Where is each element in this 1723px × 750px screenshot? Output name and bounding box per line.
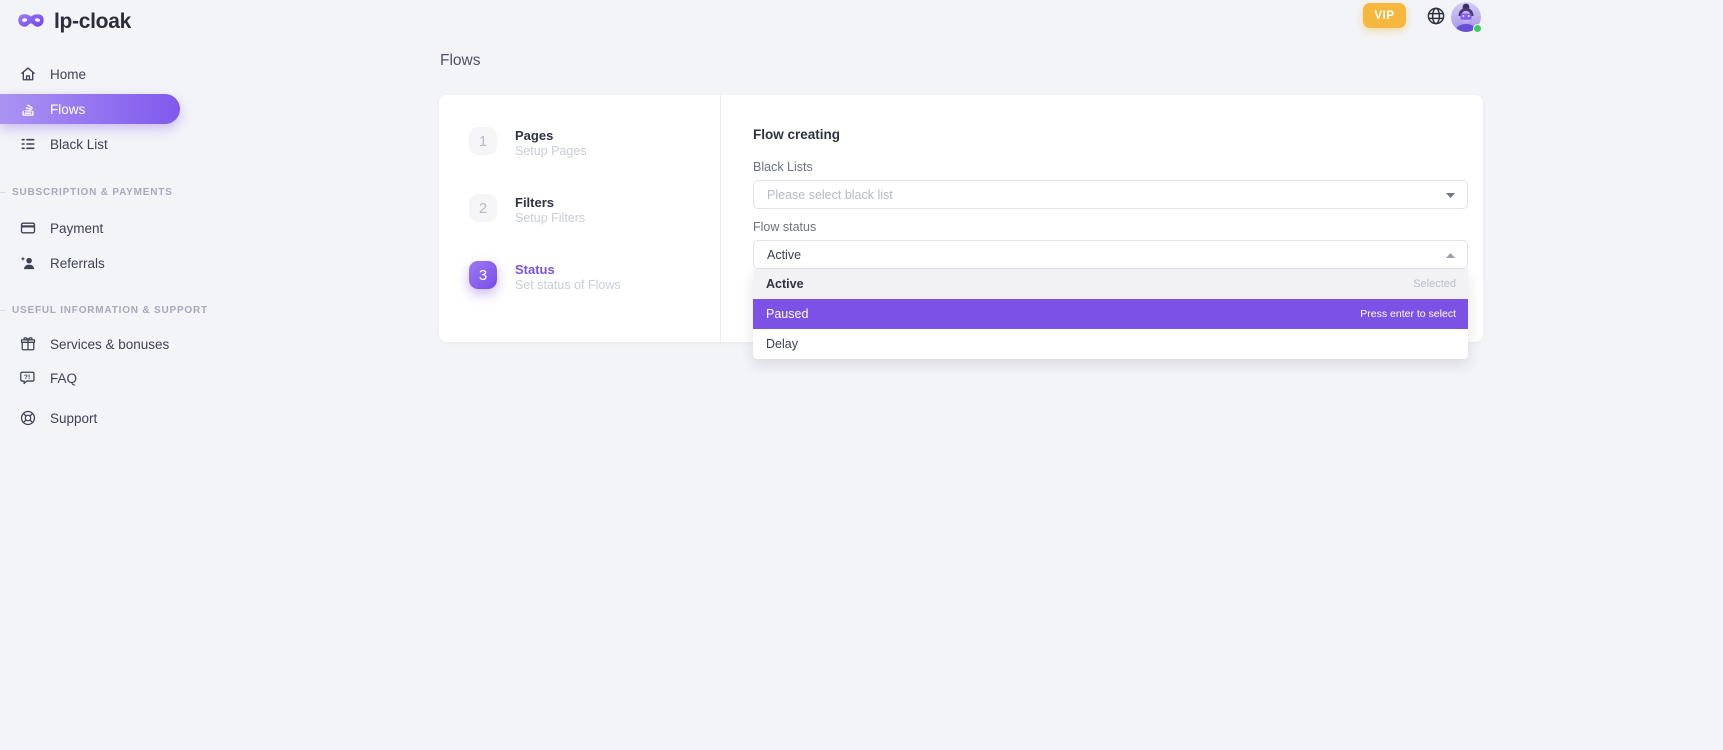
chevron-up-icon xyxy=(1446,253,1455,258)
sidebar-item-label: Services & bonuses xyxy=(50,337,169,352)
home-icon xyxy=(19,65,37,83)
user-avatar[interactable] xyxy=(1451,2,1481,32)
option-paused[interactable]: Paused Press enter to select xyxy=(753,299,1468,329)
sidebar-item-flows[interactable]: Flows xyxy=(0,94,180,124)
flow-wizard-card: 1 Pages Setup Pages 2 Filters Setup Filt… xyxy=(439,95,1483,342)
sidebar-section-support: USEFUL INFORMATION & SUPPORT xyxy=(0,303,168,317)
flows-icon xyxy=(19,100,37,118)
sidebar-item-label: Home xyxy=(50,67,86,82)
lifebuoy-icon xyxy=(19,409,37,427)
sidebar-item-label: Payment xyxy=(50,221,103,236)
brand-name: lp-cloak xyxy=(54,10,131,34)
referrals-icon xyxy=(19,254,37,272)
flow-status-value: Active xyxy=(767,248,801,262)
step-title: Pages xyxy=(515,128,587,143)
flow-status-dropdown: Active Selected Paused Press enter to se… xyxy=(753,269,1468,359)
sidebar-item-black-list[interactable]: Black List xyxy=(0,129,180,159)
step-number-badge: 1 xyxy=(469,127,497,155)
sidebar-item-label: FAQ xyxy=(50,371,77,386)
faq-icon: ?! xyxy=(19,369,37,387)
sidebar-item-faq[interactable]: ?! FAQ xyxy=(0,363,180,393)
panel-title: Flow creating xyxy=(753,128,1468,141)
sidebar-item-label: Flows xyxy=(50,102,85,117)
option-label: Active xyxy=(766,277,804,291)
option-active[interactable]: Active Selected xyxy=(753,269,1468,299)
sidebar-item-home[interactable]: Home xyxy=(0,59,180,89)
flow-status-select[interactable]: Active xyxy=(753,240,1468,269)
step-number-badge: 3 xyxy=(469,261,497,289)
step-pages[interactable]: 1 Pages Setup Pages xyxy=(469,127,720,159)
svg-text:?!: ?! xyxy=(24,374,30,381)
globe-icon[interactable] xyxy=(1426,6,1446,26)
black-lists-placeholder: Please select black list xyxy=(767,188,893,202)
sidebar: lp-cloak Home Flows Black List SUBSCRIPT… xyxy=(0,0,183,750)
section-header-label: USEFUL INFORMATION & SUPPORT xyxy=(12,305,208,316)
payment-icon xyxy=(19,219,37,237)
step-number-badge: 2 xyxy=(469,194,497,222)
brand-logo: lp-cloak xyxy=(16,10,131,34)
step-title: Filters xyxy=(515,195,585,210)
flow-status-field: Flow status Active Active Selected Pause… xyxy=(753,221,1468,269)
sidebar-item-label: Support xyxy=(50,411,97,426)
wizard-steps: 1 Pages Setup Pages 2 Filters Setup Filt… xyxy=(439,95,721,342)
step-title: Status xyxy=(515,262,621,277)
flow-status-label: Flow status xyxy=(753,221,1468,234)
step-subtitle: Setup Pages xyxy=(515,144,587,159)
black-lists-label: Black Lists xyxy=(753,161,1468,174)
sidebar-item-support[interactable]: Support xyxy=(0,403,180,433)
gift-icon xyxy=(19,335,37,353)
option-selected-badge: Selected xyxy=(1413,278,1456,290)
option-delay[interactable]: Delay xyxy=(753,329,1468,359)
sidebar-item-services[interactable]: Services & bonuses xyxy=(0,329,180,359)
step-status[interactable]: 3 Status Set status of Flows xyxy=(469,261,720,293)
flow-creating-panel: Flow creating Black Lists Please select … xyxy=(721,95,1483,342)
chevron-down-icon xyxy=(1446,193,1455,198)
online-status-dot xyxy=(1473,24,1482,33)
brand-mask-icon xyxy=(16,12,46,33)
sidebar-item-label: Black List xyxy=(50,137,108,152)
black-lists-select[interactable]: Please select black list xyxy=(753,180,1468,209)
step-filters[interactable]: 2 Filters Setup Filters xyxy=(469,194,720,226)
black-lists-field: Black Lists Please select black list xyxy=(753,161,1468,209)
page-title: Flows xyxy=(440,52,480,70)
sidebar-item-payment[interactable]: Payment xyxy=(0,213,180,243)
sidebar-section-subscription: SUBSCRIPTION & PAYMENTS xyxy=(0,185,168,199)
step-subtitle: Set status of Flows xyxy=(515,278,621,293)
black-list-icon xyxy=(19,135,37,153)
option-label: Paused xyxy=(766,307,808,321)
sidebar-item-label: Referrals xyxy=(50,256,105,271)
section-header-label: SUBSCRIPTION & PAYMENTS xyxy=(12,187,173,198)
step-subtitle: Setup Filters xyxy=(515,211,585,226)
vip-button[interactable]: VIP xyxy=(1363,3,1406,28)
option-hint-badge: Press enter to select xyxy=(1360,308,1456,320)
sidebar-item-referrals[interactable]: Referrals xyxy=(0,248,180,278)
option-label: Delay xyxy=(766,337,798,351)
